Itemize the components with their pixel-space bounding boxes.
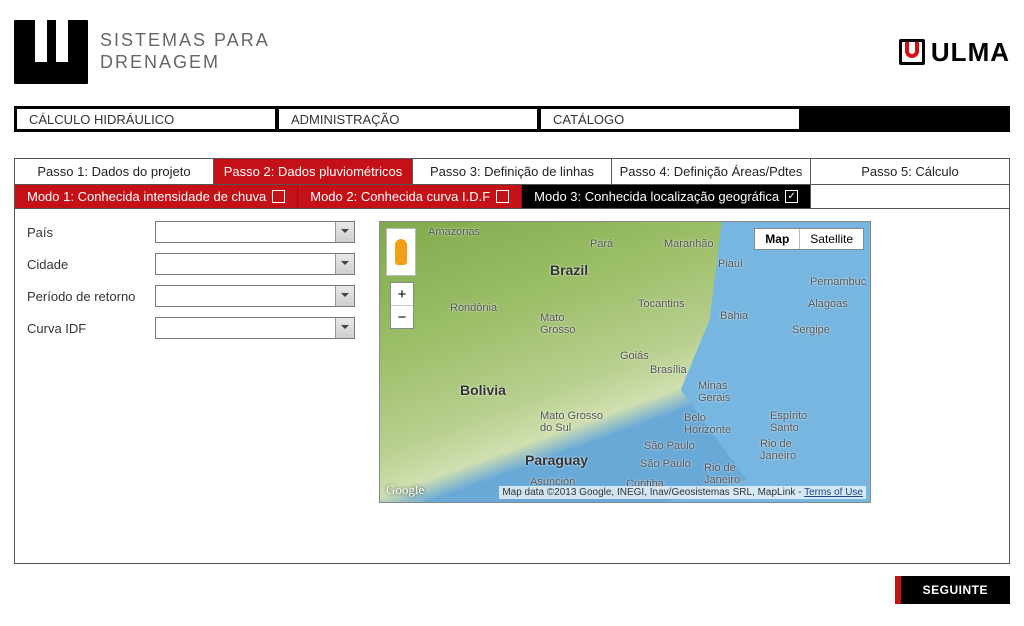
- lbl-matogrosso: Mato Grosso: [540, 312, 575, 336]
- step-5[interactable]: Passo 5: Cálculo: [811, 159, 1009, 184]
- lbl-pernambuc: Pernambuc: [810, 276, 866, 288]
- nav-calc[interactable]: CÁLCULO HIDRÁULICO: [16, 108, 276, 130]
- google-map[interactable]: + − Map Satellite Brazil Bolivia Paragua…: [379, 221, 871, 503]
- step-1[interactable]: Passo 1: Dados do projeto: [15, 159, 214, 184]
- mode-3-checkbox[interactable]: ✓: [785, 190, 798, 203]
- drainage-logo-icon: [14, 20, 88, 84]
- lbl-saopaulo-state: São Paulo: [644, 440, 695, 452]
- lbl-alagoas: Alagoas: [808, 298, 848, 310]
- mode-1-checkbox[interactable]: [272, 190, 285, 203]
- mode-spacer: [810, 185, 1009, 208]
- logo-line1: SISTEMAS PARA: [100, 30, 270, 52]
- lbl-amazonas: Amazonas: [428, 226, 480, 238]
- mode-3-label: Modo 3: Conhecida localização geográfica: [534, 189, 779, 204]
- lbl-saopaulo-city: São Paulo: [640, 458, 691, 470]
- lbl-goias: Goiás: [620, 350, 649, 362]
- lbl-bolivia: Bolivia: [460, 382, 506, 398]
- mode-2-label: Modo 2: Conhecida curva I.D.F: [310, 189, 490, 204]
- lbl-rioj-state: Rio de Janeiro: [760, 438, 796, 462]
- nav-cat[interactable]: CATÁLOGO: [540, 108, 800, 130]
- lbl-minas: Minas Gerais: [698, 380, 730, 404]
- lbl-rondonia: Rondônia: [450, 302, 497, 314]
- logo-left: SISTEMAS PARA DRENAGEM: [14, 20, 270, 84]
- pegman-icon[interactable]: [386, 228, 416, 276]
- logo-line2: DRENAGEM: [100, 52, 270, 74]
- lbl-para: Pará: [590, 238, 613, 250]
- select-curva[interactable]: [155, 317, 355, 339]
- form-map-panel: País Cidade Período de retorno Curva IDF…: [14, 208, 1010, 564]
- label-periodo: Período de retorno: [27, 289, 147, 304]
- label-curva: Curva IDF: [27, 321, 147, 336]
- map-type-map[interactable]: Map: [755, 229, 800, 249]
- label-cidade: Cidade: [27, 257, 147, 272]
- header-bar: SISTEMAS PARA DRENAGEM ULMA: [14, 20, 1010, 84]
- lbl-brasilia: Brasília: [650, 364, 687, 376]
- lbl-espirito: Espírito Santo: [770, 410, 807, 434]
- step-3[interactable]: Passo 3: Definição de linhas: [413, 159, 612, 184]
- logo-text: SISTEMAS PARA DRENAGEM: [100, 30, 270, 73]
- select-cidade[interactable]: [155, 253, 355, 275]
- map-type-satellite[interactable]: Satellite: [800, 229, 863, 249]
- terms-link[interactable]: Terms of Use: [804, 487, 863, 498]
- map-attr-text: Map data ©2013 Google, INEGI, Inav/Geosi…: [502, 487, 804, 498]
- mode-2-checkbox[interactable]: [496, 190, 509, 203]
- label-pais: País: [27, 225, 147, 240]
- next-button[interactable]: SEGUINTE: [895, 576, 1010, 604]
- step-4[interactable]: Passo 4: Definição Áreas/Pdtes: [612, 159, 811, 184]
- lbl-matosul: Mato Grosso do Sul: [540, 410, 603, 434]
- mode-1[interactable]: Modo 1: Conhecida intensidade de chuva: [15, 185, 298, 208]
- mode-3[interactable]: Modo 3: Conhecida localização geográfica…: [522, 185, 810, 208]
- main-nav: CÁLCULO HIDRÁULICO ADMINISTRAÇÃO CATÁLOG…: [14, 106, 1010, 132]
- mode-2[interactable]: Modo 2: Conhecida curva I.D.F: [298, 185, 522, 208]
- map-type-switch: Map Satellite: [754, 228, 864, 250]
- lbl-piaui: Piauí: [718, 258, 743, 270]
- google-logo: Google: [386, 482, 424, 498]
- zoom-out-button[interactable]: −: [391, 306, 413, 328]
- zoom-controls: + −: [390, 282, 414, 329]
- lbl-sergipe: Sergipe: [792, 324, 830, 336]
- brand-word: ULMA: [931, 37, 1010, 68]
- lbl-maranhao: Maranhão: [664, 238, 714, 250]
- lbl-bahia: Bahia: [720, 310, 748, 322]
- lbl-brazil: Brazil: [550, 262, 588, 278]
- ulma-shield-icon: [899, 39, 925, 65]
- lbl-paraguay: Paraguay: [525, 452, 588, 468]
- step-2[interactable]: Passo 2: Dados pluviométricos: [214, 159, 413, 184]
- nav-admin[interactable]: ADMINISTRAÇÃO: [278, 108, 538, 130]
- mode-tabs: Modo 1: Conhecida intensidade de chuva M…: [14, 184, 1010, 208]
- lbl-tocantins: Tocantins: [638, 298, 684, 310]
- brand-ulma: ULMA: [899, 37, 1010, 68]
- select-periodo[interactable]: [155, 285, 355, 307]
- map-attribution: Map data ©2013 Google, INEGI, Inav/Geosi…: [499, 486, 866, 499]
- lbl-rioj-city: Rio de Janeiro: [704, 462, 740, 486]
- step-tabs: Passo 1: Dados do projeto Passo 2: Dados…: [14, 158, 1010, 184]
- mode-1-label: Modo 1: Conhecida intensidade de chuva: [27, 189, 266, 204]
- location-form: País Cidade Período de retorno Curva IDF: [27, 221, 355, 503]
- lbl-belo: Belo Horizonte: [684, 412, 731, 436]
- select-pais[interactable]: [155, 221, 355, 243]
- zoom-in-button[interactable]: +: [391, 283, 413, 306]
